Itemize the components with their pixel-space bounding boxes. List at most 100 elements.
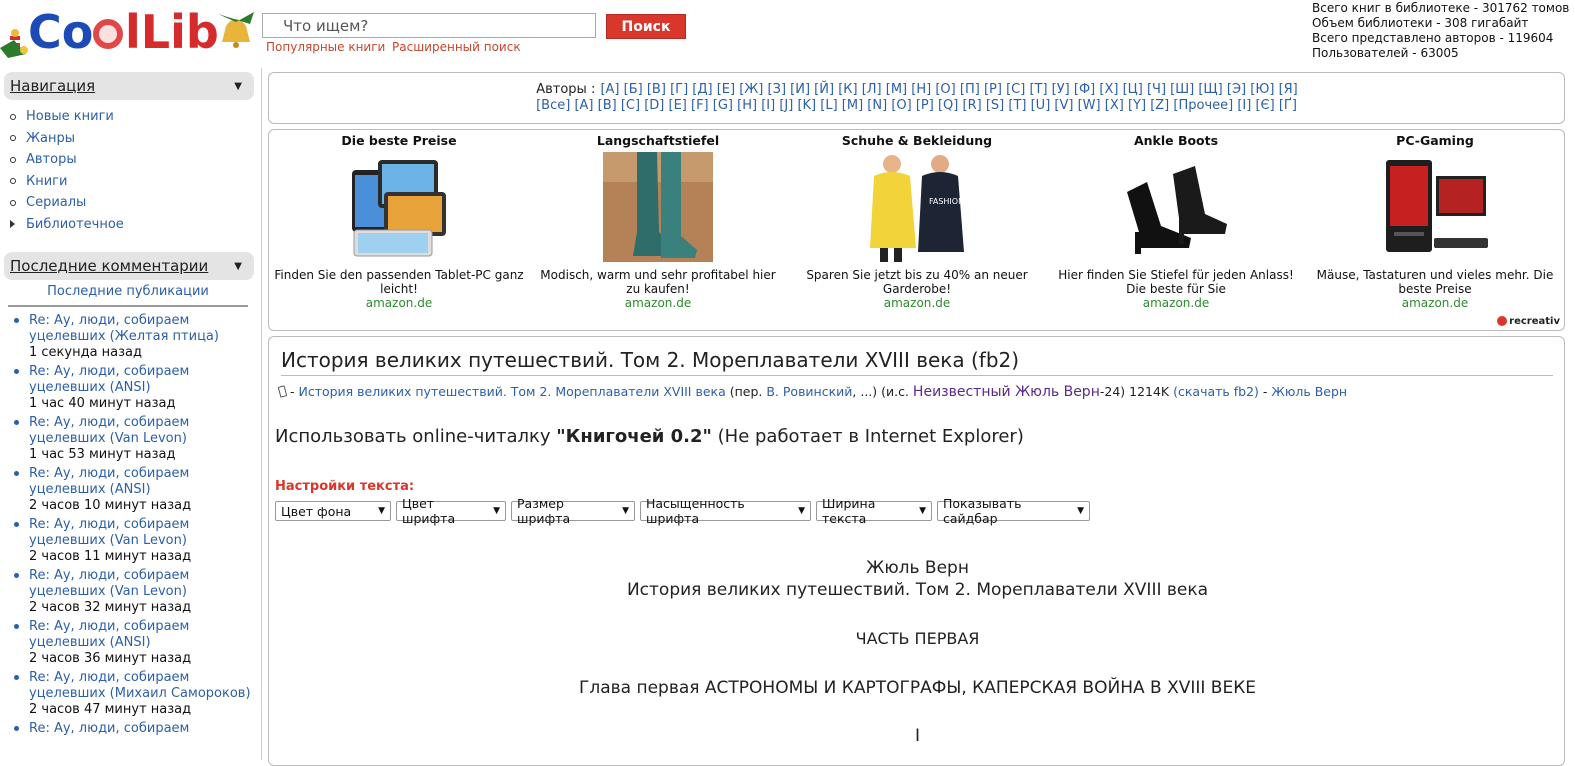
nav-item-library[interactable]: Библиотечное bbox=[10, 214, 124, 236]
author-letter-link[interactable]: [Д] bbox=[692, 82, 712, 97]
author-letter-link[interactable]: [N] bbox=[867, 98, 887, 113]
nav-item-label[interactable]: Новые книги bbox=[26, 109, 114, 124]
reader-link[interactable]: "Книгочей 0.2" bbox=[556, 426, 712, 447]
author-letter-link[interactable]: [D] bbox=[644, 98, 664, 113]
ad-item[interactable]: Ankle Boots Hier finden Sie Stiefel für … bbox=[1051, 134, 1301, 311]
author-letter-link[interactable]: [H] bbox=[737, 98, 757, 113]
author-letter-link[interactable]: [Щ] bbox=[1198, 82, 1222, 97]
ad-image-ankle-boots[interactable] bbox=[1121, 152, 1231, 262]
ad-source[interactable]: amazon.de bbox=[1310, 296, 1560, 310]
ad-image-pc[interactable] bbox=[1380, 152, 1490, 262]
comment-link[interactable]: Re: Ау, люди, собираем уцелевших (ANSI) bbox=[29, 619, 189, 650]
author-letter-link[interactable]: [Г] bbox=[670, 82, 688, 97]
search-input[interactable] bbox=[262, 13, 596, 38]
author-letter-link[interactable]: [Ц] bbox=[1123, 82, 1143, 97]
author-letter-link[interactable]: [P] bbox=[916, 98, 934, 113]
ad-item[interactable]: Die beste Preise Finden Sie den passende… bbox=[274, 134, 524, 311]
comment-link[interactable]: Re: Ау, люди, собираем уцелевших (ANSI) bbox=[29, 364, 189, 395]
author-letter-link[interactable]: [T] bbox=[1008, 98, 1026, 113]
author-letter-link[interactable]: [Ч] bbox=[1147, 82, 1166, 97]
author-letter-link[interactable]: [O] bbox=[891, 98, 911, 113]
author-letter-link[interactable]: [Н] bbox=[911, 82, 931, 97]
ad-title[interactable]: Die beste Preise bbox=[274, 134, 524, 150]
author-letter-link[interactable]: [I] bbox=[761, 98, 775, 113]
author-letter-link[interactable]: [Ф] bbox=[1074, 82, 1095, 97]
author-letter-link[interactable]: [W] bbox=[1078, 98, 1101, 113]
author-letter-link[interactable]: [В] bbox=[647, 82, 666, 97]
author-letter-link[interactable]: [Y] bbox=[1128, 98, 1146, 113]
site-logo[interactable]: Co lLib bbox=[0, 4, 258, 60]
comment-link[interactable]: Re: Ау, люди, собираем уцелевших (Желтая… bbox=[29, 313, 219, 344]
author-letter-link[interactable]: [C] bbox=[621, 98, 640, 113]
series-link[interactable]: Неизвестный Жюль Верн bbox=[913, 384, 1100, 400]
font-size-select[interactable]: Размер шрифта ▼ bbox=[511, 496, 635, 526]
author-letter-link[interactable]: [Ш] bbox=[1170, 82, 1194, 97]
ad-image-boots[interactable] bbox=[603, 152, 713, 262]
navigation-title[interactable]: Навигация bbox=[10, 77, 95, 95]
author-letter-link[interactable]: [V] bbox=[1054, 98, 1073, 113]
comment-link[interactable]: Re: Ау, люди, собираем уцелевших (Van Le… bbox=[29, 517, 189, 548]
advanced-search-link[interactable]: Расширенный поиск bbox=[392, 40, 521, 54]
nav-item-books[interactable]: Книги bbox=[10, 171, 124, 193]
author-letter-link[interactable]: [F] bbox=[691, 98, 709, 113]
author-letter-link[interactable]: [E] bbox=[669, 98, 687, 113]
author-letter-link[interactable]: [І] bbox=[1237, 98, 1251, 113]
font-color-select[interactable]: Цвет шрифта ▼ bbox=[396, 496, 506, 526]
author-letter-link[interactable]: [Q] bbox=[938, 98, 958, 113]
author-letter-link[interactable]: [Ґ] bbox=[1279, 98, 1297, 113]
recreativ-brand[interactable]: recreativ bbox=[1497, 316, 1560, 327]
author-letter-link[interactable]: [М] bbox=[886, 82, 907, 97]
author-letter-link[interactable]: [Все] bbox=[536, 98, 570, 113]
translator-link[interactable]: В. Ровинский bbox=[766, 384, 852, 399]
nav-item-new-books[interactable]: Новые книги bbox=[10, 106, 124, 128]
author-letter-link[interactable]: [M] bbox=[842, 98, 863, 113]
author-letter-link[interactable]: [Є] bbox=[1255, 98, 1274, 113]
latest-publications-label[interactable]: Последние публикации bbox=[47, 284, 209, 299]
author-letter-link[interactable]: [Й] bbox=[814, 82, 834, 97]
navigation-header[interactable]: Навигация ▼ bbox=[4, 72, 254, 100]
ad-item[interactable]: PC-Gaming Mäuse, Tastaturen und vieles m… bbox=[1310, 134, 1560, 311]
nav-item-label[interactable]: Авторы bbox=[26, 152, 77, 167]
author-letter-link[interactable]: [Б] bbox=[624, 82, 643, 97]
author-letter-link[interactable]: [Ю] bbox=[1250, 82, 1274, 97]
author-letter-link[interactable]: [Ж] bbox=[739, 82, 763, 97]
author-letter-link[interactable]: [Э] bbox=[1227, 82, 1246, 97]
author-letter-link[interactable]: [Р] bbox=[984, 82, 1002, 97]
author-letter-link[interactable]: [X] bbox=[1105, 98, 1124, 113]
nav-item-label[interactable]: Жанры bbox=[26, 131, 75, 146]
comments-header[interactable]: Последние комментарии ▼ bbox=[4, 252, 254, 280]
author-letter-link[interactable]: [A] bbox=[574, 98, 593, 113]
reader-name[interactable]: "Книгочей 0.2" bbox=[556, 426, 712, 447]
ad-source[interactable]: amazon.de bbox=[533, 296, 783, 310]
collapse-arrow-icon[interactable]: ▼ bbox=[234, 261, 242, 272]
ad-source[interactable]: amazon.de bbox=[274, 296, 524, 310]
author-letter-link[interactable]: [G] bbox=[713, 98, 733, 113]
download-fb2-link[interactable]: (скачать fb2) bbox=[1173, 384, 1259, 399]
author-link[interactable]: Жюль Верн bbox=[1271, 384, 1347, 399]
author-letter-link[interactable]: [П] bbox=[960, 82, 980, 97]
author-letter-link[interactable]: [R] bbox=[963, 98, 982, 113]
search-button[interactable]: Поиск bbox=[606, 14, 686, 39]
ad-item[interactable]: Langschaftstiefel Modisch, warm und sehr… bbox=[533, 134, 783, 311]
popular-books-link[interactable]: Популярные книги bbox=[266, 40, 385, 54]
nav-item-series[interactable]: Сериалы bbox=[10, 192, 124, 214]
author-letter-link[interactable]: [Т] bbox=[1029, 82, 1047, 97]
ad-title[interactable]: PC-Gaming bbox=[1310, 134, 1560, 150]
comment-link[interactable]: Re: Ау, люди, собираем уцелевших (Van Le… bbox=[29, 568, 189, 599]
author-letter-link[interactable]: [З] bbox=[768, 82, 786, 97]
author-letter-link[interactable]: [Л] bbox=[862, 82, 882, 97]
author-letter-link[interactable]: [Z] bbox=[1150, 98, 1169, 113]
book-link[interactable]: История великих путешествий. Том 2. Море… bbox=[298, 384, 725, 399]
font-weight-select[interactable]: Насыщенность шрифта ▼ bbox=[640, 496, 811, 526]
ad-image-tablets[interactable] bbox=[344, 152, 454, 262]
author-letter-link[interactable]: [Я] bbox=[1279, 82, 1298, 97]
ad-title[interactable]: Langschaftstiefel bbox=[533, 134, 783, 150]
author-letter-link[interactable]: [У] bbox=[1052, 82, 1070, 97]
author-letter-link[interactable]: [К] bbox=[838, 82, 857, 97]
author-letter-link[interactable]: [K] bbox=[797, 98, 816, 113]
author-letter-link[interactable]: [Е] bbox=[717, 82, 735, 97]
nav-item-label[interactable]: Сериалы bbox=[26, 195, 86, 210]
latest-publications-link[interactable]: Последние публикации bbox=[8, 284, 248, 307]
nav-item-authors[interactable]: Авторы bbox=[10, 149, 124, 171]
ad-item[interactable]: Schuhe & Bekleidung FASHION Sparen Sie j… bbox=[792, 134, 1042, 311]
